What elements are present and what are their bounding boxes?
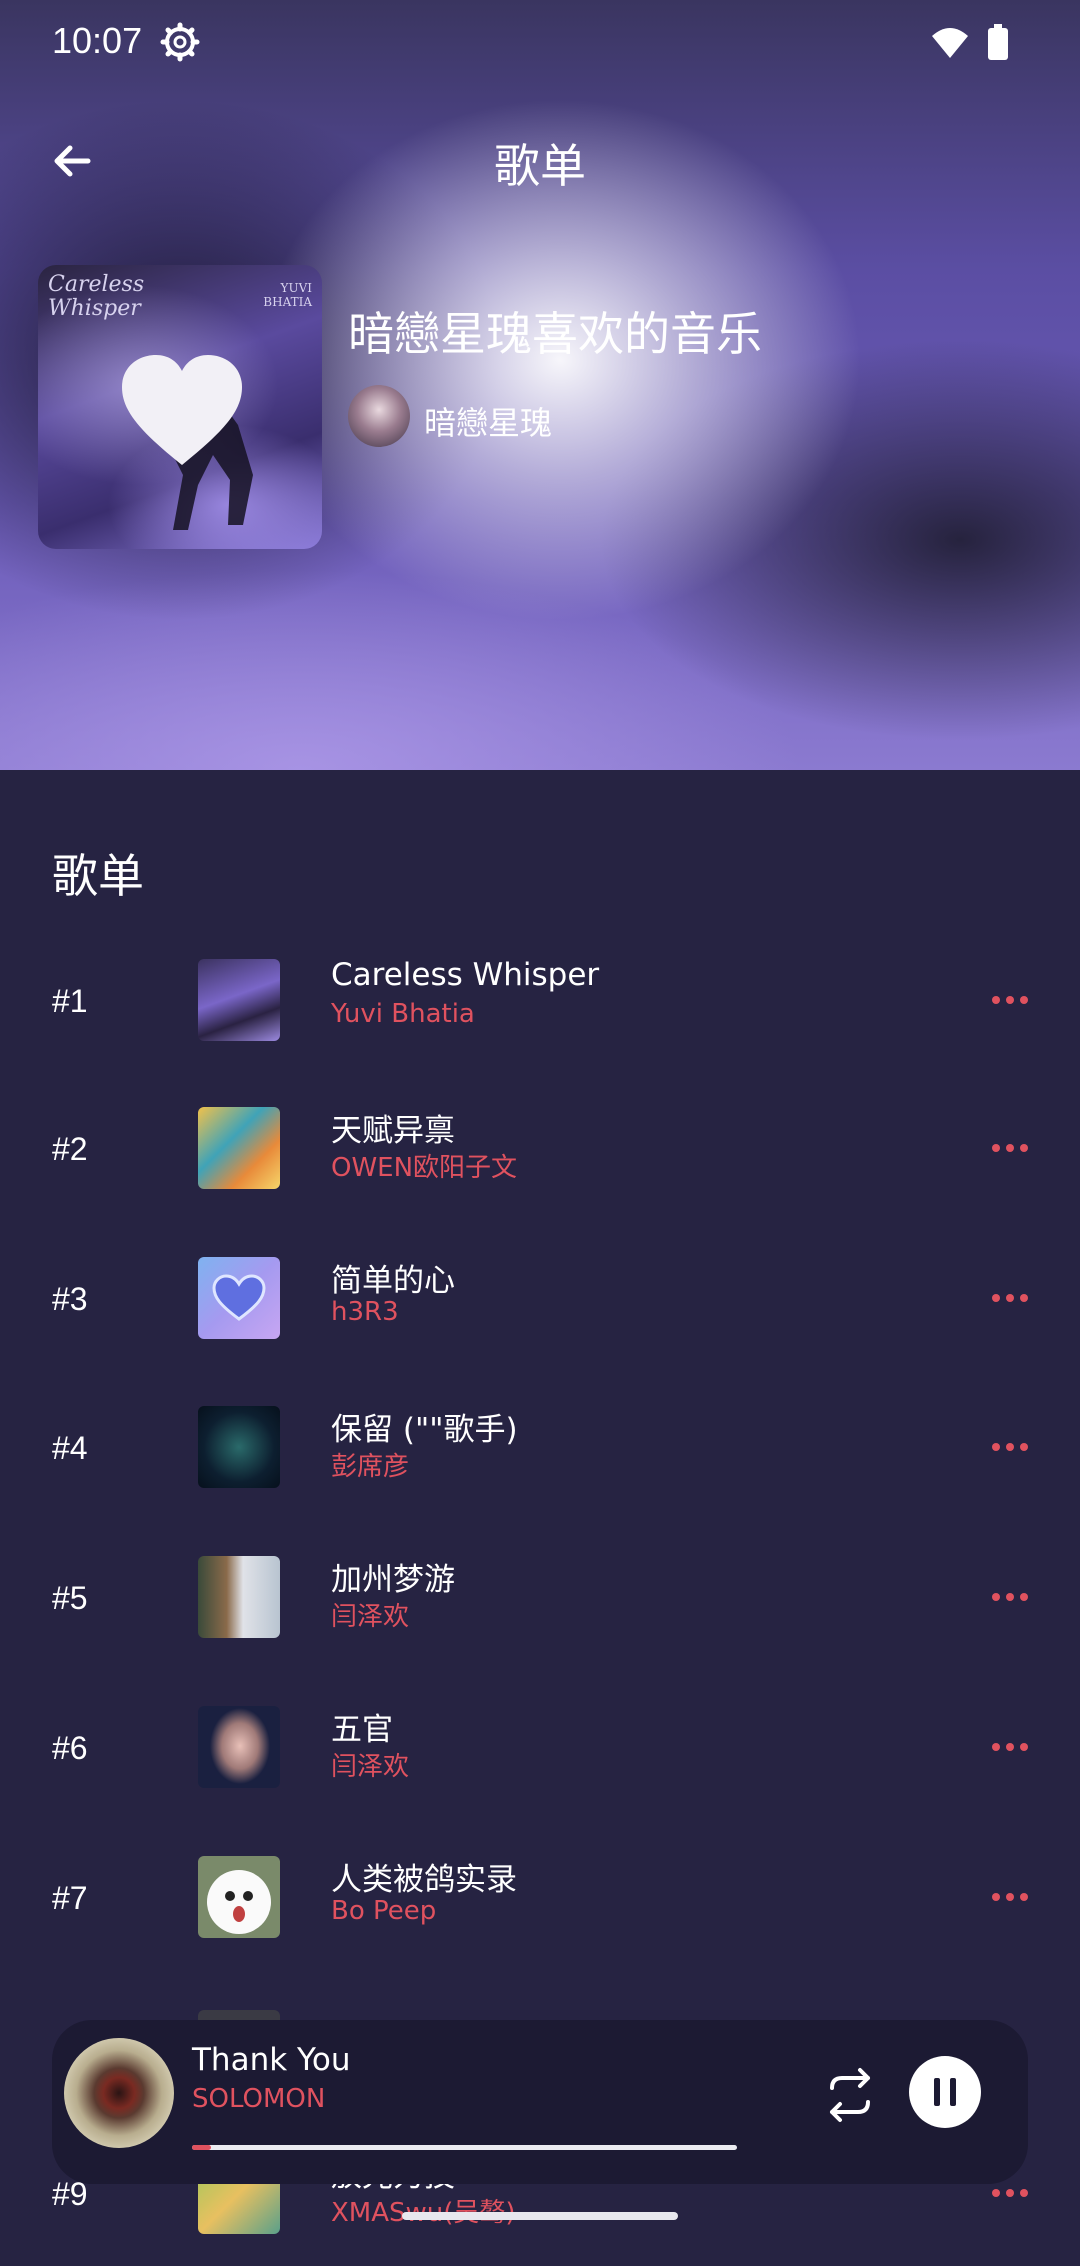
- home-indicator[interactable]: [402, 2212, 678, 2220]
- song-title: 五官: [331, 1712, 393, 1748]
- song-artist: 闫泽欢: [331, 1752, 410, 1782]
- song-artist: Bo Peep: [331, 1896, 437, 1926]
- pause-button[interactable]: [909, 2056, 981, 2128]
- battery-icon: [988, 24, 1008, 60]
- playlist-cover: Careless Whisper YUVI BHATIA: [38, 265, 322, 549]
- repeat-icon[interactable]: [818, 2066, 882, 2124]
- song-thumbnail: [198, 1257, 280, 1339]
- song-thumbnail: [198, 1556, 280, 1638]
- song-row[interactable]: #2 天赋异禀 OWEN欧阳子文: [0, 1091, 1080, 1221]
- status-bar: 10:07: [0, 0, 1080, 90]
- playback-progress-fill: [192, 2145, 212, 2150]
- wifi-icon: [932, 28, 968, 58]
- song-rank: #1: [52, 983, 88, 1019]
- song-title: 加州梦游: [331, 1562, 455, 1598]
- song-rank: #3: [52, 1281, 88, 1317]
- song-thumbnail: [198, 959, 280, 1041]
- song-title: 人类被鸽实录: [331, 1862, 517, 1898]
- song-thumbnail: [198, 1856, 280, 1938]
- now-playing-artist: SOLOMON: [192, 2084, 326, 2114]
- owner-avatar[interactable]: [348, 385, 410, 447]
- more-options-icon[interactable]: [990, 1283, 1030, 1313]
- song-row[interactable]: #5 加州梦游 闫泽欢: [0, 1540, 1080, 1670]
- now-playing-title: Thank You: [192, 2042, 351, 2078]
- more-options-icon[interactable]: [990, 1432, 1030, 1462]
- song-artist: Yuvi Bhatia: [331, 999, 475, 1029]
- song-rank: #2: [52, 1131, 88, 1167]
- song-title: 简单的心: [331, 1263, 455, 1299]
- status-time: 10:07: [52, 20, 143, 61]
- playback-progress-bar[interactable]: [192, 2145, 737, 2150]
- song-row[interactable]: #3 简单的心 h3R3: [0, 1241, 1080, 1371]
- more-options-icon[interactable]: [990, 1882, 1030, 1912]
- playlist-header: 10:07 歌单 Careless Whisper YUVI BHATIA 暗戀…: [0, 0, 1080, 770]
- song-artist: XMASwu(吴骜): [331, 2192, 516, 2229]
- song-rank: #6: [52, 1730, 88, 1766]
- cartoon-face-image: [207, 1870, 271, 1934]
- more-options-icon[interactable]: [990, 1133, 1030, 1163]
- page-title: 歌单: [494, 139, 586, 193]
- more-options-icon[interactable]: [990, 1732, 1030, 1762]
- owner-name[interactable]: 暗戀星瑰: [424, 398, 552, 444]
- mini-player[interactable]: Thank You SOLOMON: [52, 2020, 1028, 2184]
- playlist-name: 暗戀星瑰喜欢的音乐: [348, 307, 762, 361]
- song-rank: #4: [52, 1430, 88, 1466]
- more-options-icon[interactable]: [990, 1582, 1030, 1612]
- song-title: Careless Whisper: [331, 957, 600, 993]
- pause-icon-bar: [950, 2078, 956, 2106]
- song-artist: OWEN欧阳子文: [331, 1153, 518, 1183]
- song-thumbnail: [198, 1107, 280, 1189]
- more-options-icon[interactable]: [990, 985, 1030, 1015]
- song-row[interactable]: #4 保留 (""歌手) 彭席彦: [0, 1390, 1080, 1520]
- song-thumbnail: [198, 1406, 280, 1488]
- song-artist: h3R3: [331, 1297, 399, 1327]
- cover-script-text: Careless Whisper: [48, 272, 145, 321]
- section-title: 歌单: [52, 849, 144, 903]
- song-title: 保留 (""歌手): [331, 1412, 518, 1448]
- song-thumbnail: [198, 1706, 280, 1788]
- settings-gear-icon: [160, 22, 200, 62]
- song-row[interactable]: #6 五官 闫泽欢: [0, 1690, 1080, 1820]
- song-title: 天赋异禀: [331, 1113, 455, 1149]
- cover-artist-text: YUVI BHATIA: [263, 281, 312, 309]
- pause-icon: [934, 2078, 940, 2106]
- now-playing-artwork[interactable]: [64, 2038, 174, 2148]
- song-rank: #7: [52, 1880, 88, 1916]
- song-rank: #5: [52, 1580, 88, 1616]
- song-artist: 闫泽欢: [331, 1602, 410, 1632]
- song-row[interactable]: #1 Careless Whisper Yuvi Bhatia: [0, 943, 1080, 1073]
- heart-icon: [212, 1274, 266, 1321]
- song-artist: 彭席彦: [331, 1452, 410, 1482]
- heart-icon: [122, 355, 242, 465]
- song-row[interactable]: #7 人类被鸽实录 Bo Peep: [0, 1840, 1080, 1970]
